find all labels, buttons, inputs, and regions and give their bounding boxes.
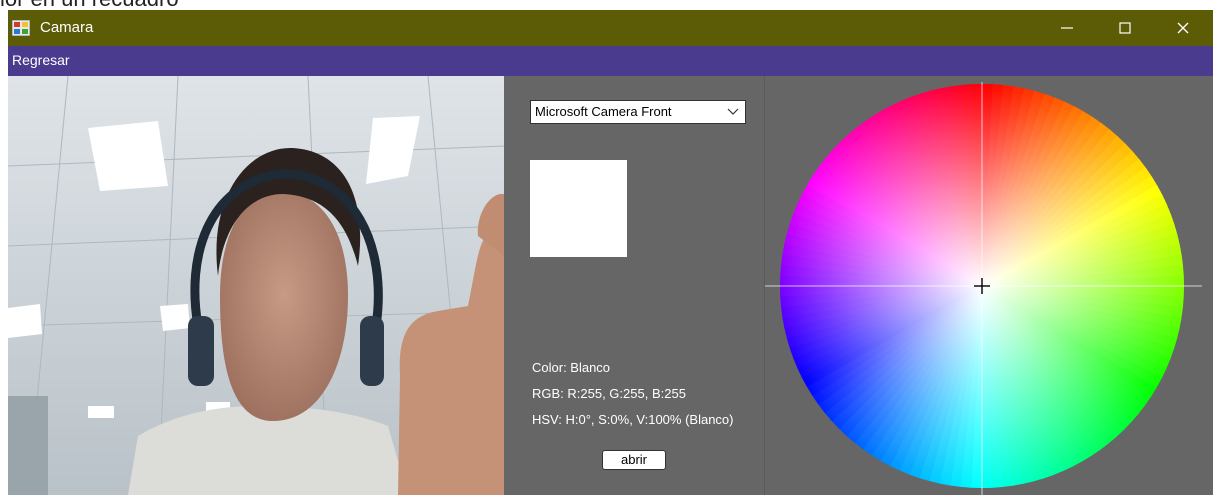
rgb-text: RGB: R:255, G:255, B:255: [532, 386, 686, 401]
maximize-button[interactable]: [1096, 10, 1154, 46]
color-wheel-panel: [764, 76, 1202, 495]
close-button[interactable]: [1154, 10, 1212, 46]
minimize-button[interactable]: [1038, 10, 1096, 46]
controls-panel: Microsoft Camera Front Color: Blanco RGB…: [504, 76, 764, 495]
window-title: Camara: [40, 19, 94, 36]
menu-item-regresar[interactable]: Regresar: [12, 52, 70, 68]
menu-bar: Regresar: [8, 46, 1213, 76]
camera-select[interactable]: Microsoft Camera Front: [530, 100, 746, 124]
chevron-down-icon: [727, 108, 739, 115]
app-icon: [12, 20, 30, 36]
color-wheel-svg[interactable]: [765, 76, 1202, 495]
minimize-icon: [1061, 27, 1073, 29]
color-name-text: Color: Blanco: [532, 360, 611, 375]
hsv-text: HSV: H:0°, S:0%, V:100% (Blanco): [532, 412, 734, 427]
camera-preview: [8, 76, 504, 495]
title-bar[interactable]: Camara: [8, 10, 1213, 46]
camera-window: Camara Regresar Microsoft Camera Front C…: [8, 10, 1213, 495]
camera-frame-image: [8, 76, 504, 495]
selected-color-swatch: [530, 160, 627, 257]
maximize-icon: [1119, 22, 1131, 34]
open-button[interactable]: abrir: [602, 450, 666, 470]
camera-select-value: Microsoft Camera Front: [535, 104, 672, 119]
close-icon: [1177, 22, 1189, 34]
